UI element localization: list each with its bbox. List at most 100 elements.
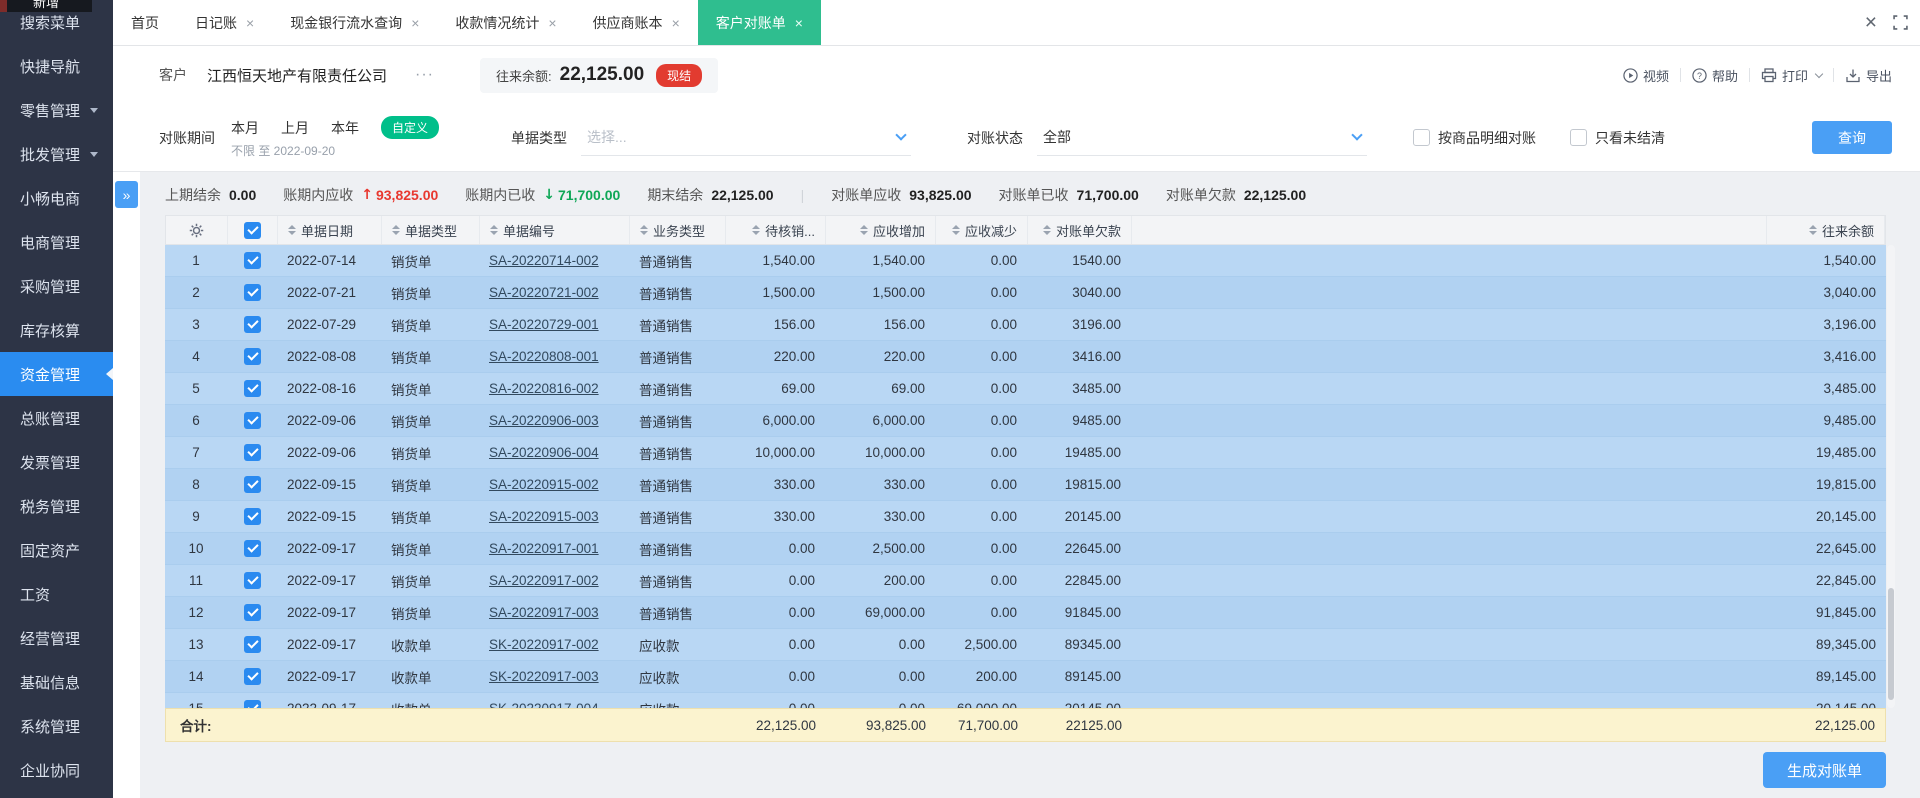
sidebar-item-17[interactable]: 系统管理	[0, 704, 113, 748]
tab-5[interactable]: 供应商账本 ×	[575, 0, 698, 45]
query-button[interactable]: 查询	[1812, 121, 1892, 154]
detail-checkbox[interactable]: 按商品明细对账	[1413, 128, 1536, 148]
column-header[interactable]: 单据编号	[480, 216, 630, 244]
status-select[interactable]: 全部	[1037, 119, 1368, 156]
row-checkbox[interactable]	[227, 437, 277, 468]
doc-number-link[interactable]: SA-20220915-003	[489, 509, 599, 524]
row-checkbox[interactable]	[227, 277, 277, 308]
close-icon[interactable]: ×	[548, 16, 556, 30]
sidebar-item-12[interactable]: 税务管理	[0, 484, 113, 528]
sort-icon[interactable]	[951, 225, 960, 235]
close-icon[interactable]: ×	[795, 16, 803, 30]
table-row-5[interactable]: 5 2022-08-16 销货单 SA-20220816-002 普通销售 69…	[165, 373, 1886, 405]
row-checkbox[interactable]	[227, 533, 277, 564]
video-button[interactable]: 视频	[1623, 66, 1669, 85]
row-checkbox[interactable]	[227, 469, 277, 500]
expand-panel-button[interactable]: »	[115, 181, 138, 208]
table-row-7[interactable]: 7 2022-09-06 销货单 SA-20220906-004 普通销售 10…	[165, 437, 1886, 469]
sort-icon[interactable]	[640, 225, 648, 235]
row-checkbox[interactable]	[227, 629, 277, 660]
select-all-checkbox[interactable]	[228, 216, 278, 244]
vertical-scrollbar[interactable]	[1887, 245, 1895, 708]
row-checkbox[interactable]	[227, 501, 277, 532]
sidebar-item-18[interactable]: 企业协同	[0, 748, 113, 792]
sort-icon[interactable]	[490, 225, 498, 235]
row-checkbox[interactable]	[227, 245, 277, 276]
close-icon[interactable]: ×	[1865, 12, 1877, 33]
column-settings-button[interactable]	[166, 216, 228, 244]
doc-number-link[interactable]: SA-20220917-003	[489, 605, 599, 620]
column-header[interactable]: 应收减少	[936, 216, 1028, 244]
scrollbar-thumb[interactable]	[1888, 588, 1894, 700]
sort-icon[interactable]	[752, 225, 761, 235]
column-header[interactable]: 往来余额	[1767, 216, 1885, 244]
doc-number-link[interactable]: SK-20220917-004	[489, 701, 599, 708]
tab-4[interactable]: 收款情况统计 ×	[437, 0, 574, 45]
column-header[interactable]: 单据类型	[382, 216, 480, 244]
period-last-month[interactable]: 上月	[281, 118, 309, 138]
doc-type-select[interactable]: 选择...	[581, 119, 912, 156]
sidebar-item-2[interactable]: 快捷导航	[0, 44, 113, 88]
sidebar-item-8[interactable]: 库存核算	[0, 308, 113, 352]
table-row-15[interactable]: 15 2022-09-17 收款单 SK-20220917-004 应收款 0.…	[165, 693, 1886, 708]
row-checkbox[interactable]	[227, 405, 277, 436]
column-header[interactable]: 对账单欠款	[1028, 216, 1132, 244]
doc-number-link[interactable]: SA-20220721-002	[489, 285, 599, 300]
table-row-10[interactable]: 10 2022-09-17 销货单 SA-20220917-001 普通销售 0…	[165, 533, 1886, 565]
help-button[interactable]: ? 帮助	[1692, 66, 1738, 85]
sort-icon[interactable]	[859, 225, 868, 235]
customer-picker-button[interactable]: ···	[415, 66, 434, 84]
doc-number-link[interactable]: SK-20220917-003	[489, 669, 599, 684]
doc-number-link[interactable]: SA-20220816-002	[489, 381, 599, 396]
sort-icon[interactable]	[1808, 225, 1817, 235]
sidebar-item-7[interactable]: 采购管理	[0, 264, 113, 308]
close-icon[interactable]: ×	[672, 16, 680, 30]
sidebar-item-13[interactable]: 固定资产	[0, 528, 113, 572]
table-row-1[interactable]: 1 2022-07-14 销货单 SA-20220714-002 普通销售 1,…	[165, 245, 1886, 277]
doc-number-link[interactable]: SA-20220808-001	[489, 349, 599, 364]
doc-number-link[interactable]: SA-20220906-003	[489, 413, 599, 428]
row-checkbox[interactable]	[227, 309, 277, 340]
tab-6[interactable]: 客户对账单 ×	[697, 0, 821, 45]
doc-number-link[interactable]: SK-20220917-002	[489, 637, 599, 652]
period-custom-pill[interactable]: 自定义	[381, 116, 440, 139]
row-checkbox[interactable]	[227, 661, 277, 692]
sidebar-item-15[interactable]: 经营管理	[0, 616, 113, 660]
sidebar-item-10[interactable]: 总账管理	[0, 396, 113, 440]
sidebar-item-16[interactable]: 基础信息	[0, 660, 113, 704]
period-this-year[interactable]: 本年	[331, 118, 359, 138]
tab-1[interactable]: 首页	[113, 0, 177, 45]
doc-number-link[interactable]: SA-20220714-002	[489, 253, 599, 268]
row-checkbox[interactable]	[227, 341, 277, 372]
print-button[interactable]: 打印	[1761, 66, 1824, 85]
sort-icon[interactable]	[392, 225, 400, 235]
row-checkbox[interactable]	[227, 565, 277, 596]
close-icon[interactable]: ×	[411, 16, 419, 30]
context-menu-new[interactable]: 新增	[0, 0, 92, 12]
close-icon[interactable]: ×	[246, 16, 254, 30]
sort-icon[interactable]	[288, 225, 296, 235]
doc-number-link[interactable]: SA-20220729-001	[489, 317, 599, 332]
table-row-12[interactable]: 12 2022-09-17 销货单 SA-20220917-003 普通销售 0…	[165, 597, 1886, 629]
sidebar-item-11[interactable]: 发票管理	[0, 440, 113, 484]
table-row-11[interactable]: 11 2022-09-17 销货单 SA-20220917-002 普通销售 0…	[165, 565, 1886, 597]
sidebar-item-14[interactable]: 工资	[0, 572, 113, 616]
unsettled-checkbox[interactable]: 只看未结清	[1570, 128, 1665, 148]
fullscreen-icon[interactable]	[1893, 15, 1908, 30]
row-checkbox[interactable]	[227, 597, 277, 628]
sidebar-item-3[interactable]: 零售管理	[0, 88, 113, 132]
table-row-3[interactable]: 3 2022-07-29 销货单 SA-20220729-001 普通销售 15…	[165, 309, 1886, 341]
customer-field[interactable]: 江西恒天地产有限责任公司	[207, 65, 387, 86]
table-row-13[interactable]: 13 2022-09-17 收款单 SK-20220917-002 应收款 0.…	[165, 629, 1886, 661]
column-header[interactable]: 待核销...	[726, 216, 826, 244]
period-this-month[interactable]: 本月	[231, 118, 259, 138]
doc-number-link[interactable]: SA-20220917-001	[489, 541, 599, 556]
doc-number-link[interactable]: SA-20220917-002	[489, 573, 599, 588]
table-row-14[interactable]: 14 2022-09-17 收款单 SK-20220917-003 应收款 0.…	[165, 661, 1886, 693]
row-checkbox[interactable]	[227, 373, 277, 404]
table-row-6[interactable]: 6 2022-09-06 销货单 SA-20220906-003 普通销售 6,…	[165, 405, 1886, 437]
table-row-2[interactable]: 2 2022-07-21 销货单 SA-20220721-002 普通销售 1,…	[165, 277, 1886, 309]
table-row-8[interactable]: 8 2022-09-15 销货单 SA-20220915-002 普通销售 33…	[165, 469, 1886, 501]
sidebar-item-6[interactable]: 电商管理	[0, 220, 113, 264]
table-row-9[interactable]: 9 2022-09-15 销货单 SA-20220915-003 普通销售 33…	[165, 501, 1886, 533]
